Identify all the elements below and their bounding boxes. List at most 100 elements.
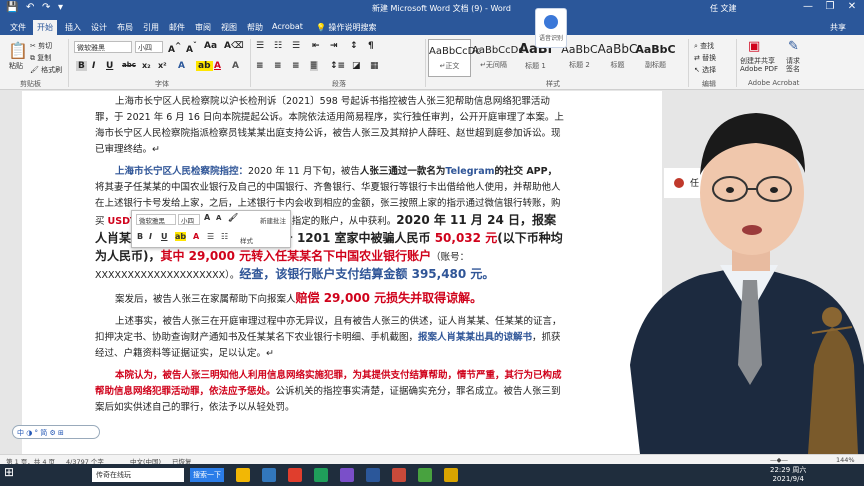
tab-review[interactable]: 审阅 [191, 20, 215, 35]
format-painter-button[interactable]: 🖌 格式刷 [30, 65, 62, 75]
align-left-icon[interactable]: ≡ [256, 61, 264, 71]
close-button[interactable]: ✕ [844, 1, 860, 15]
bold-button[interactable]: B [76, 61, 87, 71]
app-icon[interactable] [392, 468, 406, 482]
tab-file[interactable]: 文件 [6, 20, 30, 35]
title-bar: 💾 ↶ ↷ ▾ 新建 Microsoft Word 文档 (9) - Word … [0, 0, 864, 18]
browser-icon[interactable] [262, 468, 276, 482]
char-shading-icon[interactable]: A [232, 61, 239, 71]
text-effects-icon[interactable]: A [178, 61, 185, 71]
font-color-icon[interactable]: A [214, 61, 221, 71]
justify-icon[interactable]: ≣ [310, 61, 318, 71]
taskbar-search-button[interactable]: 搜索一下 [190, 468, 224, 482]
line-spacing-icon[interactable]: ↕≡ [330, 61, 345, 71]
borders-icon[interactable]: ▦ [370, 61, 379, 71]
tab-mailings[interactable]: 邮件 [165, 20, 189, 35]
sort-icon[interactable]: ↕ [350, 41, 358, 51]
mini-font-color-icon[interactable]: A [193, 232, 199, 241]
shading-icon[interactable]: ◪ [352, 61, 361, 71]
voice-recognition-widget[interactable]: 语音识别 [535, 8, 567, 48]
app-icon[interactable] [314, 468, 328, 482]
user-name[interactable]: 任 文建 [710, 3, 737, 14]
highlight-icon[interactable]: ab [196, 61, 213, 71]
mini-bold-button[interactable]: B [137, 232, 143, 241]
mini-format-painter-icon[interactable]: 🖌 [228, 213, 238, 222]
clear-format-icon[interactable]: A⌫ [224, 41, 244, 51]
mini-highlight-icon[interactable]: ab [175, 232, 187, 241]
mini-underline-button[interactable]: U [161, 232, 168, 241]
taskbar-search-box[interactable]: 传奇在线玩 [92, 468, 184, 482]
app-icon[interactable] [444, 468, 458, 482]
mini-grow-font-button[interactable]: A [204, 213, 210, 222]
multilevel-icon[interactable]: ☰ [292, 41, 300, 51]
tab-view[interactable]: 视图 [217, 20, 241, 35]
text-run: 经查，该银行账户支付结算金额 395,480 元。 [239, 267, 495, 281]
signature-icon[interactable]: ✎ [788, 39, 799, 54]
grow-font-button[interactable]: A^ [168, 41, 181, 55]
customize-quick-access-icon[interactable]: ▾ [58, 2, 63, 13]
strikethrough-button[interactable]: abc [122, 61, 136, 69]
style-normal[interactable]: AaBbCcDc ↵正文 [428, 39, 481, 77]
zoom-level[interactable]: 144% [836, 456, 855, 464]
wechat-icon[interactable] [418, 468, 432, 482]
word-app-icon[interactable] [366, 468, 380, 482]
share-button[interactable]: 共享 [830, 22, 846, 33]
cut-button[interactable]: ✂ 剪切 [30, 41, 52, 51]
tab-help[interactable]: 帮助 [243, 20, 267, 35]
change-case-button[interactable]: Aa [204, 41, 217, 51]
font-name-combo[interactable]: 微软雅黑 [74, 41, 132, 53]
tell-me-search[interactable]: 💡 操作说明搜索 [312, 20, 381, 35]
file-explorer-icon[interactable] [236, 468, 250, 482]
input-method-bar[interactable]: 中 ◑ ° 简 ⚙ ⊞ [12, 425, 100, 439]
tab-references[interactable]: 引用 [139, 20, 163, 35]
tab-layout[interactable]: 布局 [113, 20, 137, 35]
shrink-font-button[interactable]: Aˇ [186, 41, 197, 55]
superscript-button[interactable]: x² [158, 61, 167, 70]
redo-icon[interactable]: ↷ [42, 2, 50, 13]
mini-shrink-font-button[interactable]: A [216, 214, 221, 222]
numbering-icon[interactable]: ☷ [274, 41, 282, 51]
paste-button[interactable]: 粘贴 [9, 61, 23, 71]
restore-button[interactable]: ❐ [822, 1, 838, 15]
system-clock[interactable]: 22:29 周六 2021/9/4 [770, 466, 806, 484]
mini-new-comment-button[interactable]: 新建批注 [260, 217, 288, 225]
style-no-spacing[interactable]: AaBbCcDc ↵无间隔 [472, 39, 524, 77]
mini-italic-button[interactable]: I [149, 232, 152, 241]
align-right-icon[interactable]: ≡ [292, 61, 300, 71]
tab-design[interactable]: 设计 [87, 20, 111, 35]
mini-numbering-icon[interactable]: ☷ [221, 232, 228, 241]
subscript-button[interactable]: x₂ [142, 61, 151, 70]
start-icon[interactable]: ⊞ [4, 465, 14, 481]
undo-icon[interactable]: ↶ [26, 2, 34, 13]
copy-button[interactable]: ⧉ 复制 [30, 53, 51, 63]
show-marks-icon[interactable]: ¶ [368, 41, 374, 51]
tab-acrobat[interactable]: Acrobat [268, 20, 307, 35]
italic-button[interactable]: I [92, 61, 95, 71]
underline-button[interactable]: U [106, 61, 113, 71]
tab-insert[interactable]: 插入 [61, 20, 85, 35]
align-center-icon[interactable]: ≡ [274, 61, 282, 71]
find-button[interactable]: ⌕ 查找 [694, 41, 714, 51]
mini-font-combo[interactable]: 微软雅黑 [136, 214, 176, 225]
tab-home[interactable]: 开始 [33, 20, 57, 35]
app-icon[interactable] [340, 468, 354, 482]
app-icon[interactable] [288, 468, 302, 482]
font-size-combo[interactable]: 小四 [135, 41, 163, 53]
replace-button[interactable]: ⇄ 替换 [694, 53, 716, 63]
document-body[interactable]: 上海市长宁区人民检察院以沪长检刑诉〔2021〕598 号起诉书指控被告人张三犯帮… [95, 94, 565, 422]
mini-styles-button[interactable]: 样式 [240, 235, 253, 245]
pdf-icon[interactable]: ▣ [748, 39, 760, 54]
style-name: ↵无间隔 [480, 61, 507, 69]
replace-label: 替换 [702, 54, 717, 62]
minimize-button[interactable]: — [800, 1, 816, 15]
save-icon[interactable]: 💾 [6, 2, 18, 13]
mini-size-combo[interactable]: 小四 [178, 214, 200, 225]
text-run: 案发后，被告人张三在家属帮助下向报案人 [115, 294, 296, 305]
increase-indent-icon[interactable]: ⇥ [330, 41, 338, 51]
paste-icon[interactable]: 📋 [8, 41, 28, 60]
styles-group-label: 样式 [546, 80, 560, 88]
zoom-slider[interactable]: —◆— [770, 456, 788, 464]
mini-bullets-icon[interactable]: ☰ [207, 232, 214, 241]
bullets-icon[interactable]: ☰ [256, 41, 264, 51]
decrease-indent-icon[interactable]: ⇤ [312, 41, 320, 51]
